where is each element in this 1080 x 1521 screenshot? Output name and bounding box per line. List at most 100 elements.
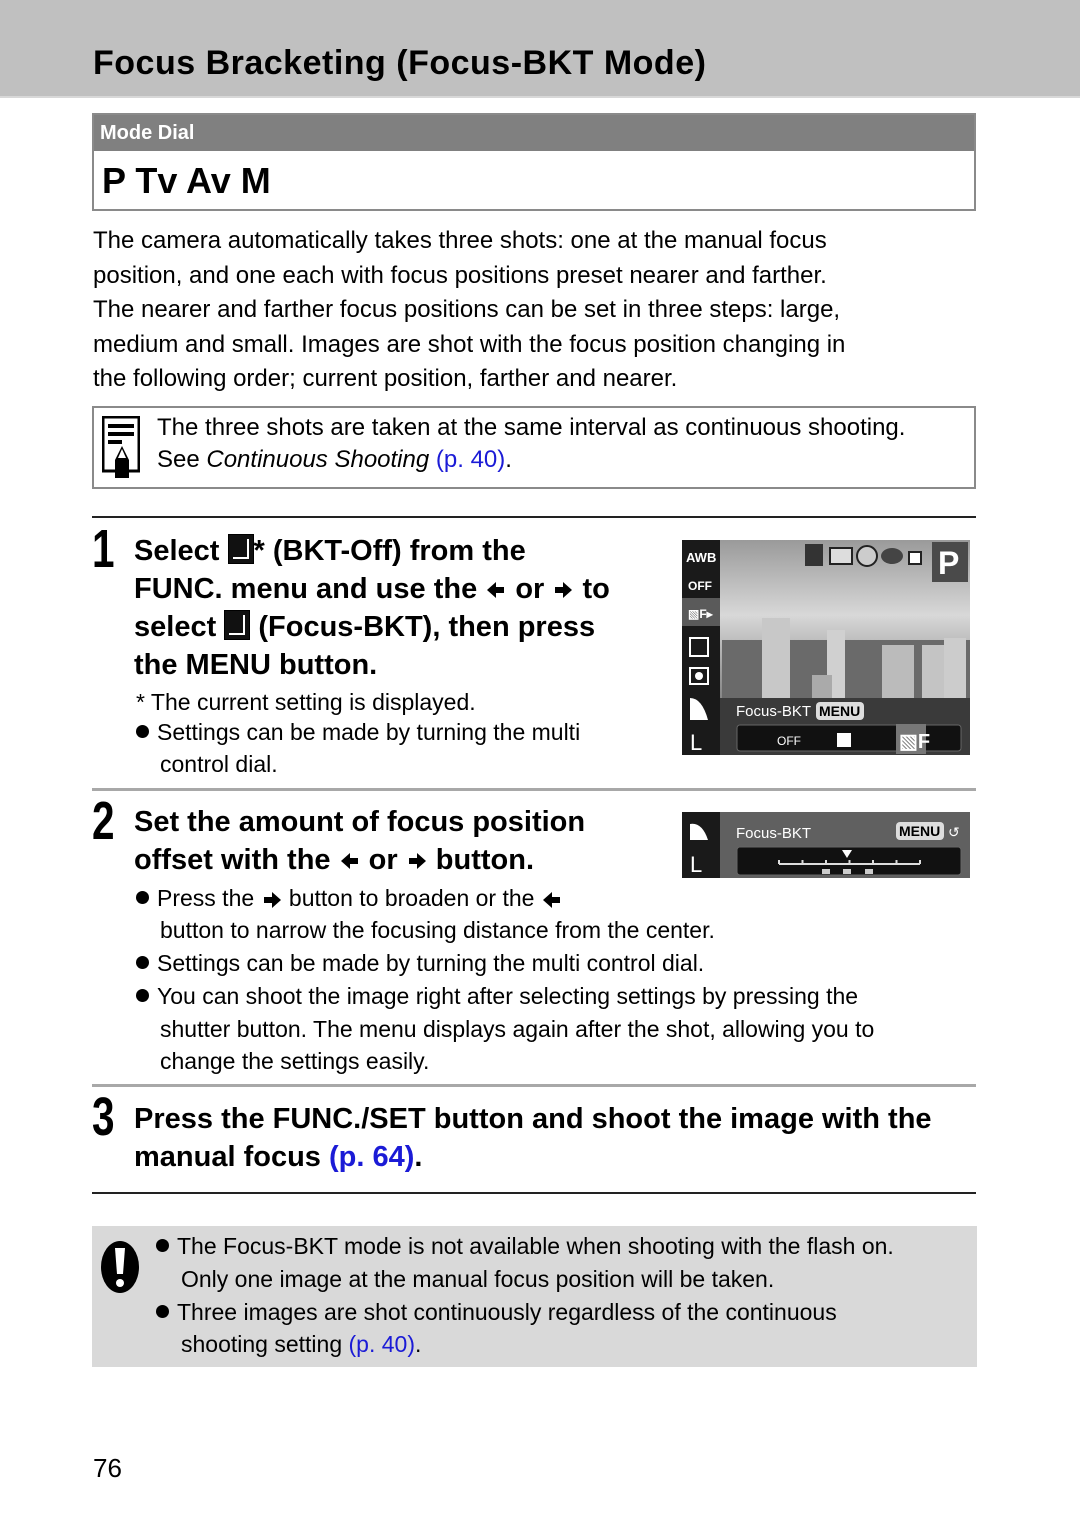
- bullet-text: Press the: [157, 885, 261, 911]
- divider: [92, 516, 976, 518]
- bullet-text: button to broaden or the: [282, 885, 541, 911]
- svg-text:Focus-BKT: Focus-BKT: [736, 825, 811, 842]
- step-number: 2: [92, 791, 115, 851]
- memo-line: The three shots are taken at the same in…: [157, 414, 906, 441]
- svg-text:▧F: ▧F: [899, 731, 930, 753]
- bullet-text: You can shoot the image right after sele…: [157, 983, 859, 1009]
- step-title-text: offset with the: [134, 844, 339, 876]
- memo-see-prefix: See: [157, 446, 207, 473]
- bullet-text: Settings can be made by turning the mult…: [157, 950, 705, 976]
- caution-text: The Focus-BKT mode is not available when…: [177, 1233, 894, 1259]
- memo-icon: [102, 416, 140, 478]
- svg-text:Focus-BKT: Focus-BKT: [736, 703, 811, 720]
- bkt-off-icon: [227, 534, 254, 564]
- intro-line: position, and one each with focus positi…: [93, 261, 827, 289]
- focus-bkt-icon: [224, 610, 251, 640]
- caution-text: Three images are shot continuously regar…: [177, 1299, 837, 1325]
- step-title-text: button.: [427, 844, 535, 876]
- bullet-text: Settings can be made by turning the mult…: [157, 719, 581, 745]
- page-title: Focus Bracketing (Focus-BKT Mode): [93, 44, 707, 82]
- right-arrow-icon: [555, 582, 573, 599]
- divider: [92, 788, 976, 791]
- caution-suffix: .: [415, 1331, 422, 1357]
- svg-text:AWB: AWB: [686, 550, 716, 565]
- step-title-text: manual focus: [134, 1141, 329, 1173]
- divider: [92, 1192, 976, 1194]
- step-title-text: FUNC. menu and use the: [134, 573, 486, 605]
- intro-line: The nearer and farther focus positions c…: [93, 296, 841, 323]
- step-title-text: or: [360, 844, 406, 876]
- svg-text:L: L: [690, 852, 702, 877]
- camera-scene: AWB OFF ▧F▸ L P Focus-BKT MENU OFF ▧F: [682, 540, 970, 755]
- left-arrow-icon: [542, 891, 560, 908]
- page-number: 76: [93, 1453, 122, 1483]
- step-number: 1: [92, 519, 115, 579]
- step-number: 3: [92, 1087, 115, 1147]
- bullet-item: Settings can be made by turning the mult…: [136, 716, 580, 748]
- continuous-shooting-page-link[interactable]: (p. 40): [349, 1331, 415, 1357]
- step-title-text: Press the FUNC./SET button and shoot the…: [134, 1103, 932, 1135]
- footnote: * The current setting is displayed.: [136, 689, 476, 715]
- left-arrow-icon: [487, 582, 505, 599]
- camera-screen-func-menu: AWB OFF ▧F▸ L P Focus-BKT MENU OFF ▧F: [682, 540, 970, 755]
- camera-screen-focus-offset: L Focus-BKT MENU ↺: [682, 812, 970, 878]
- mode-dial-modes: P Tv Av M: [102, 160, 271, 201]
- manual-focus-page-link[interactable]: (p. 64): [329, 1141, 414, 1173]
- step-title-text: * (BKT-Off) from the: [253, 535, 526, 567]
- right-arrow-icon: [263, 891, 281, 908]
- bullet-item: You can shoot the image right after sele…: [136, 980, 858, 1012]
- mode-dial-box: Mode Dial P Tv Av M: [92, 113, 976, 211]
- bullet-icon: [136, 956, 149, 969]
- step-2-title: Set the amount of focus position offset …: [134, 803, 674, 879]
- step-title-text: to: [574, 573, 610, 605]
- bullet-continuation: button to narrow the focusing distance f…: [160, 917, 715, 943]
- memo-see-topic: Continuous Shooting: [206, 446, 430, 473]
- bullet-icon: [136, 989, 149, 1002]
- bullet-icon: [156, 1305, 169, 1318]
- right-arrow-icon: [408, 853, 426, 870]
- step-title-text: the MENU button.: [134, 649, 378, 681]
- step-title-text: .: [414, 1141, 423, 1173]
- svg-text:P: P: [938, 545, 959, 581]
- bullet-continuation: change the settings easily.: [160, 1048, 430, 1074]
- mode-dial-label: Mode Dial: [94, 115, 974, 151]
- caution-item: The Focus-BKT mode is not available when…: [156, 1230, 894, 1262]
- svg-text:MENU: MENU: [819, 703, 860, 719]
- svg-text:OFF: OFF: [777, 734, 801, 748]
- bullet-icon: [156, 1239, 169, 1252]
- intro-line: medium and small. Images are shot with t…: [93, 330, 846, 358]
- step-title-text: Select: [134, 535, 228, 567]
- svg-text:L: L: [690, 730, 702, 755]
- caution-item: Three images are shot continuously regar…: [156, 1296, 837, 1328]
- svg-text:▧F▸: ▧F▸: [688, 607, 714, 621]
- svg-text:MENU: MENU: [899, 823, 940, 839]
- memo-page-link[interactable]: (p. 40): [436, 446, 505, 473]
- step-3-title: Press the FUNC./SET button and shoot the…: [134, 1100, 984, 1176]
- bullet-continuation: control dial.: [160, 751, 278, 777]
- step-title-text: Set the amount of focus position: [134, 806, 586, 838]
- intro-line: The camera automatically takes three sho…: [93, 227, 827, 254]
- caution-box: The Focus-BKT mode is not available when…: [92, 1226, 977, 1367]
- bullet-icon: [136, 891, 149, 904]
- step-title-text: or: [507, 573, 553, 605]
- memo-text: The three shots are taken at the same in…: [157, 412, 905, 476]
- step-title-text: (Focus-BKT), then press: [250, 611, 596, 643]
- caution-continuation: Only one image at the manual focus posit…: [181, 1266, 775, 1292]
- intro-paragraph: The camera automatically takes three sho…: [93, 224, 973, 397]
- svg-text:OFF: OFF: [688, 579, 712, 593]
- divider: [92, 1084, 976, 1087]
- caution-icon: [101, 1241, 139, 1293]
- step-title-text: select: [134, 611, 225, 643]
- bullet-icon: [136, 725, 149, 738]
- memo-see: See Continuous Shooting (p. 40).: [157, 444, 905, 476]
- focus-offset-scale: L Focus-BKT MENU ↺: [682, 812, 970, 878]
- step-1-title: Select * (BKT-Off) from the FUNC. menu a…: [134, 532, 674, 684]
- svg-text:↺: ↺: [948, 824, 960, 840]
- left-arrow-icon: [340, 853, 358, 870]
- bullet-continuation: shutter button. The menu displays again …: [160, 1016, 875, 1042]
- caution-text: shooting setting: [181, 1331, 349, 1357]
- intro-line: the following order; current position, f…: [93, 365, 678, 392]
- memo-suffix: .: [505, 446, 512, 473]
- bullet-item: Press the button to broaden or the: [136, 882, 563, 914]
- caution-continuation: shooting setting (p. 40).: [181, 1328, 421, 1360]
